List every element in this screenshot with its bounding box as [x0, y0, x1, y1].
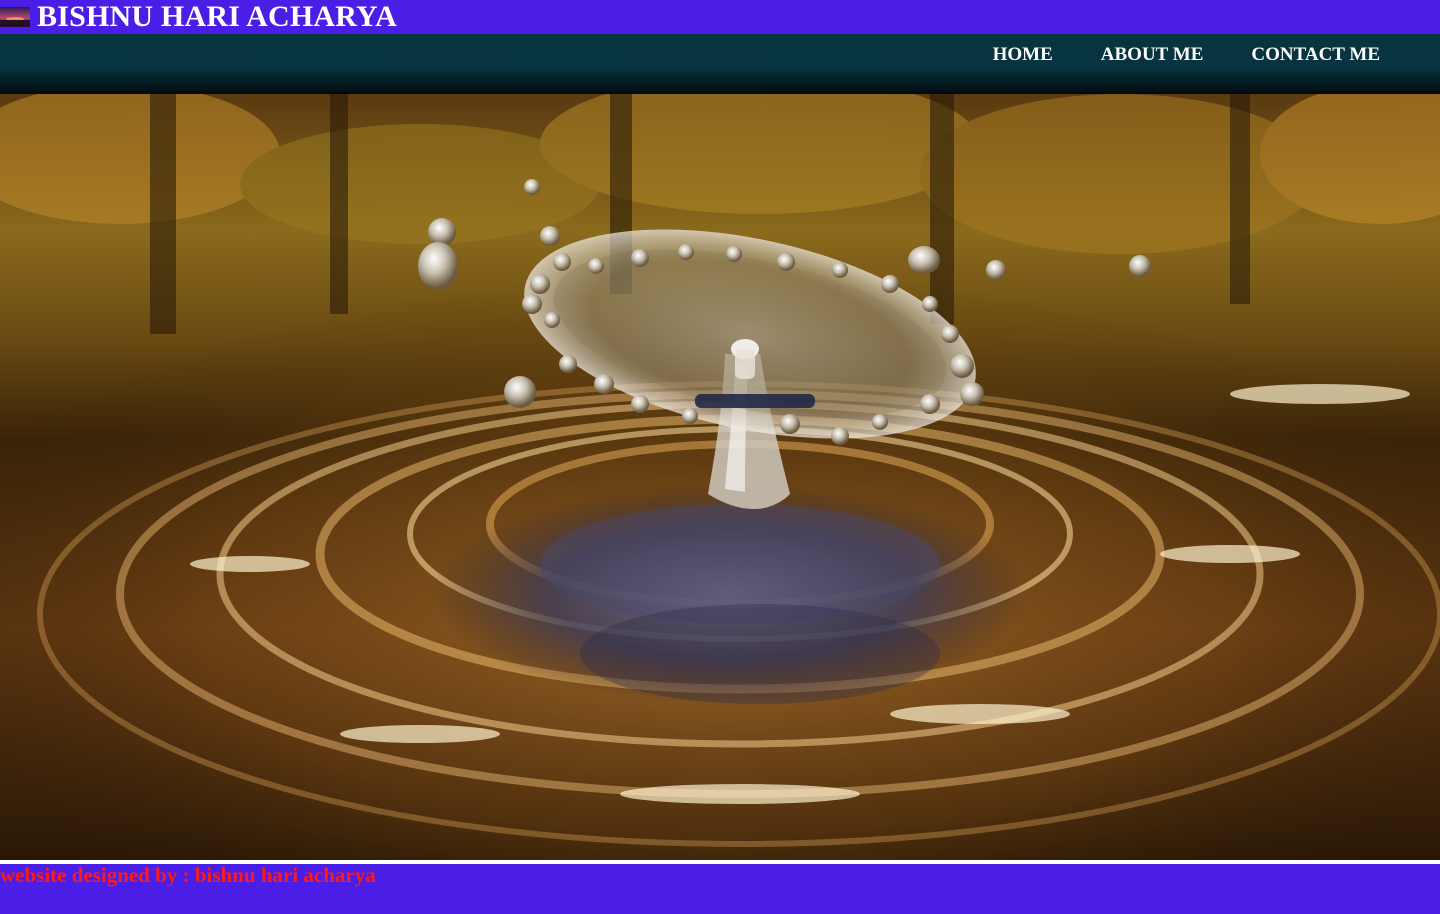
- water-drop-splash-image: [0, 94, 1440, 860]
- nav-home-link[interactable]: HOME: [993, 44, 1053, 66]
- navbar: HOME ABOUT ME CONTACT ME: [0, 34, 1440, 94]
- hero-image: [0, 94, 1440, 860]
- nav-contact-me-link[interactable]: CONTACT ME: [1251, 44, 1380, 66]
- nav-about-me-link[interactable]: ABOUT ME: [1101, 44, 1204, 66]
- sunset-logo-icon: [0, 7, 30, 27]
- footer: website designed by : bishnu hari achary…: [0, 864, 1440, 914]
- title-bar: BISHNU HARI ACHARYA: [0, 0, 1440, 34]
- site-title: BISHNU HARI ACHARYA: [37, 0, 398, 33]
- nav-links: HOME ABOUT ME CONTACT ME: [945, 34, 1380, 76]
- footer-credit-text: website designed by : bishnu hari achary…: [0, 863, 376, 887]
